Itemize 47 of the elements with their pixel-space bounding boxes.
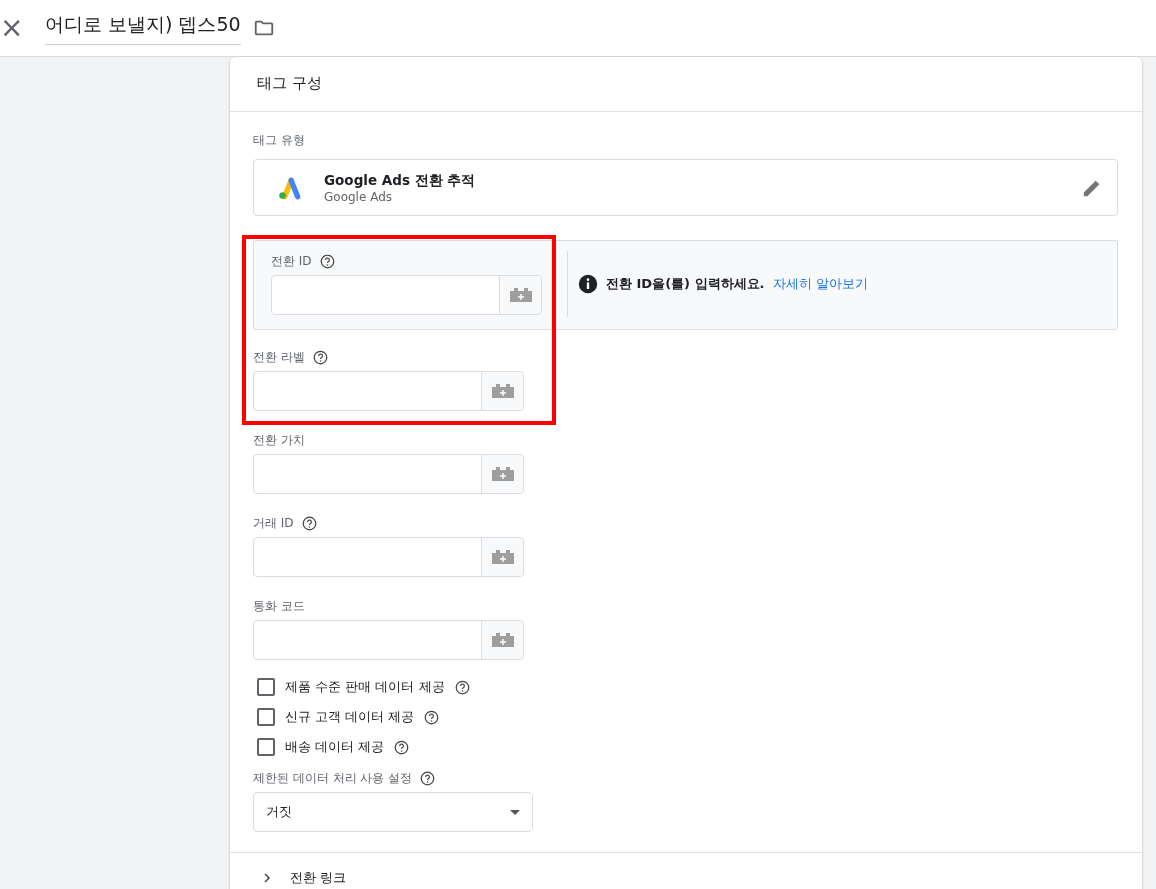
variable-picker-button[interactable] [481,621,523,659]
brick-plus-icon [490,632,515,648]
input-field[interactable] [271,275,542,315]
field-label: 태그 유형 [253,132,306,149]
input-field[interactable] [253,371,524,411]
help-icon[interactable] [319,254,335,269]
info-message: 전환 ID을(를) 입력하세요. [606,275,765,293]
field-label: 전환 ID [271,253,312,270]
dropdown[interactable]: 거짓 [253,792,533,832]
variable-picker-button[interactable] [499,276,541,314]
dropdown-arrow-icon [510,809,520,815]
card-title: 태그 구성 [230,57,1142,112]
field-label: 통화 코드 [253,598,305,615]
help-icon[interactable] [454,679,470,695]
brick-plus-icon [508,287,533,303]
field-label: 제한된 데이터 처리 사용 설정 [253,770,413,787]
expandable-section[interactable]: 전환 링크 [230,852,1142,887]
tag-name-field[interactable]: 어디로 보낼지) 뎁스50 [45,11,241,45]
tag-type-vendor: Google Ads [324,189,393,204]
help-icon[interactable] [420,771,436,786]
help-icon[interactable] [424,709,440,725]
variable-picker-button[interactable] [481,455,523,493]
help-icon[interactable] [394,739,410,755]
input-field[interactable] [253,454,524,494]
brick-plus-icon [490,549,515,565]
variable-picker-button[interactable] [481,538,523,576]
field-label: 거래 ID [253,515,294,532]
checkbox[interactable] [257,708,275,726]
input-field[interactable] [253,620,524,660]
checkbox-label: 신규 고객 데이터 제공 [285,708,415,726]
info-icon [578,274,598,294]
field-label: 전환 가치 [253,432,305,449]
learn-more-link[interactable]: 자세히 알아보기 [772,275,868,293]
field-label: 전환 라벨 [253,349,305,366]
checkbox[interactable] [257,738,275,756]
input-field[interactable] [253,537,524,577]
tag-type-selector[interactable]: Google Ads 전환 추적 Google Ads [253,159,1118,216]
brick-plus-icon [490,466,515,482]
tag-type-name: Google Ads 전환 추적 [324,171,477,190]
help-icon[interactable] [301,516,317,531]
close-icon[interactable]: × [0,14,20,42]
checkbox-label: 배송 데이터 제공 [285,738,385,756]
variable-picker-button[interactable] [481,372,523,410]
help-icon[interactable] [312,350,328,365]
checkbox-label: 제품 수준 판매 데이터 제공 [285,678,445,696]
checkbox[interactable] [257,678,275,696]
brick-plus-icon [490,383,515,399]
